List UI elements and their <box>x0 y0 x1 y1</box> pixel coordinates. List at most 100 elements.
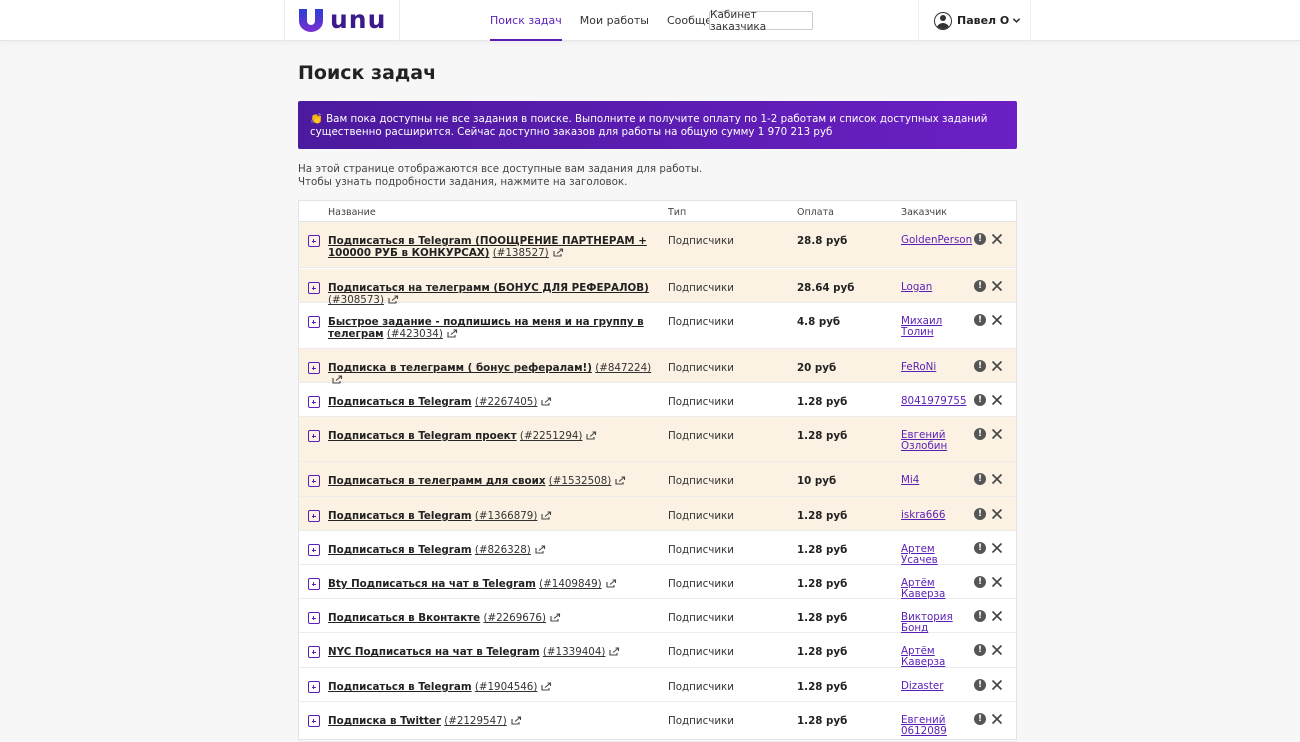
task-title-link[interactable]: Подписаться на телеграмм (БОНУС ДЛЯ РЕФЕ… <box>328 282 649 294</box>
client-cabinet-button[interactable]: Кабинет заказчика <box>709 9 813 33</box>
task-title-link[interactable]: Подписаться в Telegram <box>328 681 472 693</box>
close-icon[interactable] <box>991 576 1003 588</box>
task-title-link[interactable]: Подписаться в Telegram <box>328 396 472 408</box>
close-icon[interactable] <box>991 542 1003 554</box>
close-icon[interactable] <box>991 713 1003 725</box>
close-icon[interactable] <box>991 508 1003 520</box>
customer-link[interactable]: Артём Каверза <box>901 646 969 668</box>
customer-link[interactable]: Logan <box>901 282 969 293</box>
task-type: Подписчики <box>668 475 734 487</box>
info-icon[interactable]: ! <box>974 233 986 245</box>
external-link-icon[interactable] <box>553 248 564 257</box>
close-icon[interactable] <box>991 473 1003 485</box>
avatar-icon <box>934 11 952 30</box>
nav-task-search[interactable]: Поиск задач <box>490 0 562 41</box>
user-name: Павел О <box>957 14 1010 27</box>
expand-icon[interactable] <box>308 396 320 408</box>
customer-link[interactable]: GoldenPerson <box>901 235 972 246</box>
task-title-link[interactable]: Подписаться в Telegram проект <box>328 430 517 442</box>
info-icon[interactable]: ! <box>974 610 986 622</box>
expand-icon[interactable] <box>308 235 320 247</box>
external-link-icon[interactable] <box>447 329 458 338</box>
external-link-icon[interactable] <box>541 397 552 406</box>
task-title-link[interactable]: Быстрое задание - подпишись на меня и на… <box>328 316 644 340</box>
info-icon[interactable]: ! <box>974 644 986 656</box>
customer-link[interactable]: FeRoNi <box>901 362 969 373</box>
close-icon[interactable] <box>991 428 1003 440</box>
info-icon[interactable]: ! <box>974 713 986 725</box>
logo[interactable]: unu <box>285 0 400 41</box>
expand-icon[interactable] <box>308 282 320 294</box>
customer-link[interactable]: Mi4 <box>901 475 969 486</box>
customer-link[interactable]: iskra666 <box>901 510 969 521</box>
info-icon[interactable]: ! <box>974 542 986 554</box>
task-title-link[interactable]: Подписаться в Telegram <box>328 544 472 556</box>
expand-icon[interactable] <box>308 612 320 624</box>
external-link-icon[interactable] <box>606 579 617 588</box>
task-title-link[interactable]: Подписаться в Telegram (ПООЩРЕНИЕ ПАРТНЕ… <box>328 235 647 259</box>
expand-icon[interactable] <box>308 475 320 487</box>
expand-icon[interactable] <box>308 362 320 374</box>
external-link-icon[interactable] <box>586 431 597 440</box>
close-icon[interactable] <box>991 394 1003 406</box>
close-icon[interactable] <box>991 610 1003 622</box>
task-id: (#2129547) <box>444 715 507 727</box>
task-title-link[interactable]: Подписка в Twitter <box>328 715 441 727</box>
customer-link[interactable]: 8041979755 <box>901 396 969 407</box>
info-icon[interactable]: ! <box>974 508 986 520</box>
task-title-link[interactable]: Подписаться в Вконтакте <box>328 612 480 624</box>
customer-link[interactable]: Артем Усачев <box>901 544 969 566</box>
expand-icon[interactable] <box>308 544 320 556</box>
external-link-icon[interactable] <box>550 613 561 622</box>
close-icon[interactable] <box>991 314 1003 326</box>
task-id: (#1366879) <box>474 510 538 522</box>
expand-icon[interactable] <box>308 316 320 328</box>
expand-icon[interactable] <box>308 578 320 590</box>
customer-link[interactable]: Dizaster <box>901 681 969 692</box>
expand-icon[interactable] <box>308 646 320 658</box>
task-title-link[interactable]: NYC Подписаться на чат в Telegram <box>328 646 540 658</box>
user-menu[interactable]: Павел О <box>918 0 1031 41</box>
close-icon[interactable] <box>991 360 1003 372</box>
info-banner: 👏 Вам пока доступны не все задания в пои… <box>298 101 1017 149</box>
expand-icon[interactable] <box>308 510 320 522</box>
close-icon[interactable] <box>991 280 1003 292</box>
task-title-link[interactable]: Подписка в телеграмм ( бонус рефералам!) <box>328 362 592 374</box>
external-link-icon[interactable] <box>609 647 620 656</box>
info-icon[interactable]: ! <box>974 473 986 485</box>
external-link-icon[interactable] <box>511 716 522 725</box>
external-link-icon[interactable] <box>541 682 552 691</box>
task-title-link[interactable]: Подписаться в телеграмм для своих <box>328 475 545 487</box>
close-icon[interactable] <box>991 233 1003 245</box>
external-link-icon[interactable] <box>541 511 552 520</box>
external-link-icon[interactable] <box>615 476 626 485</box>
info-icon[interactable]: ! <box>974 280 986 292</box>
nav-my-works[interactable]: Мои работы <box>580 0 649 41</box>
table-row: Подписаться в Telegram проект (#2251294)… <box>299 417 1016 462</box>
expand-icon[interactable] <box>308 430 320 442</box>
close-icon[interactable] <box>991 679 1003 691</box>
customer-link[interactable]: Артём Каверза <box>901 578 969 600</box>
customer-link[interactable]: Виктория Бонд <box>901 612 969 634</box>
task-pay: 1.28 руб <box>797 396 848 408</box>
customer-link[interactable]: Евгений 0612089 <box>901 715 969 737</box>
customer-link[interactable]: Михаил Толин <box>901 316 969 338</box>
info-icon[interactable]: ! <box>974 360 986 372</box>
task-pay: 4.8 руб <box>797 316 841 328</box>
external-link-icon[interactable] <box>535 545 546 554</box>
expand-icon[interactable] <box>308 715 320 727</box>
task-pay: 1.28 руб <box>797 715 848 727</box>
info-icon[interactable]: ! <box>974 576 986 588</box>
task-title-link[interactable]: Подписаться в Telegram <box>328 510 472 522</box>
info-icon[interactable]: ! <box>974 428 986 440</box>
info-icon[interactable]: ! <box>974 314 986 326</box>
info-icon[interactable]: ! <box>974 679 986 691</box>
logo-icon <box>299 9 323 32</box>
table-row: NYC Подписаться на чат в Telegram (#1339… <box>299 633 1016 668</box>
close-icon[interactable] <box>991 644 1003 656</box>
task-title-link[interactable]: Bty Подписаться на чат в Telegram <box>328 578 536 590</box>
customer-link[interactable]: Евгений Озлобин <box>901 430 969 452</box>
expand-icon[interactable] <box>308 681 320 693</box>
task-type: Подписчики <box>668 715 734 727</box>
info-icon[interactable]: ! <box>974 394 986 406</box>
